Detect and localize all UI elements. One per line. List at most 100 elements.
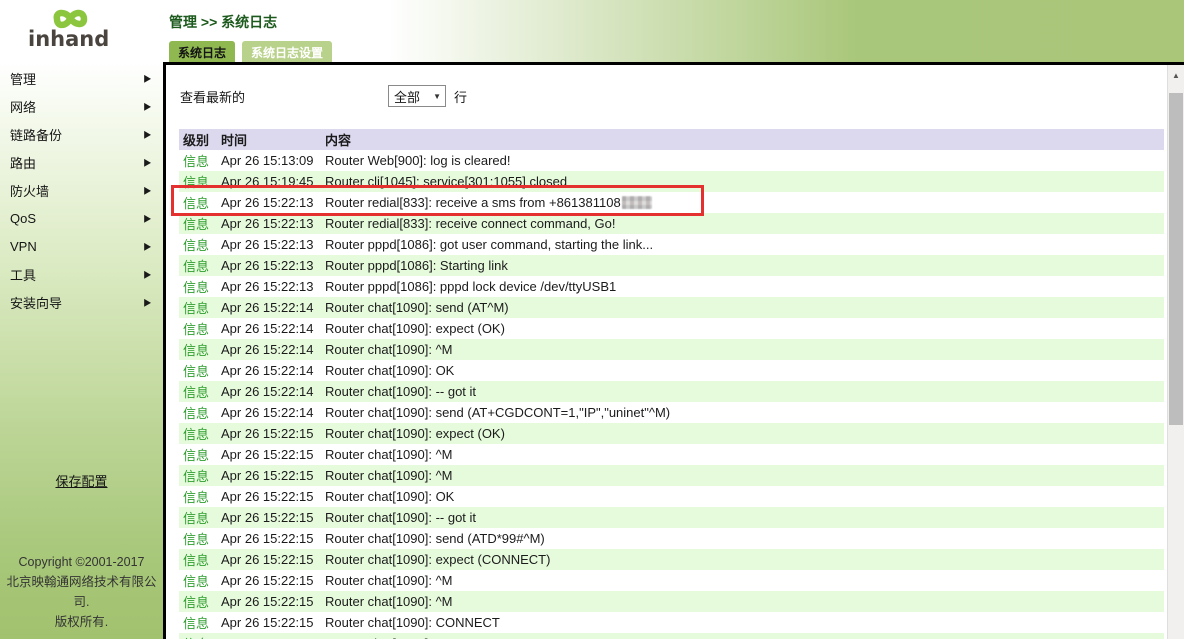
scrollbar-thumb[interactable] xyxy=(1169,93,1183,425)
log-level: 信息 xyxy=(179,340,217,359)
table-row: 信息 Apr 26 15:22:14 Router chat[1090]: se… xyxy=(179,297,1164,318)
sidebar-item-2[interactable]: 链路备份 ▶ xyxy=(0,120,163,148)
log-content: Router chat[1090]: CONNECT xyxy=(321,615,1164,630)
log-time: Apr 26 15:22:15 xyxy=(217,489,321,504)
submenu-arrow-icon: ▶ xyxy=(144,184,151,197)
table-row: 信息 Apr 26 15:22:13 Router redial[833]: r… xyxy=(179,192,1164,213)
log-time: Apr 26 15:22:15 xyxy=(217,468,321,483)
table-row: 信息 Apr 26 15:22:15 Router chat[1090]: xyxy=(179,633,1164,639)
sidebar-item-7[interactable]: 工具 ▶ xyxy=(0,260,163,288)
log-time: Apr 26 15:22:14 xyxy=(217,405,321,420)
tab-system-log[interactable]: 系统日志 xyxy=(167,39,237,62)
log-time: Apr 26 15:22:14 xyxy=(217,384,321,399)
sidebar-item-label: 网络 xyxy=(10,97,36,116)
sidebar-item-label: 路由 xyxy=(10,153,36,172)
submenu-arrow-icon: ▶ xyxy=(144,268,151,281)
submenu-arrow-icon: ▶ xyxy=(144,212,151,225)
sidebar-item-label: 安装向导 xyxy=(10,293,62,312)
sidebar-item-0[interactable]: 管理 ▶ xyxy=(0,64,163,92)
tab-system-log-settings[interactable]: 系统日志设置 xyxy=(240,39,334,62)
scrollbar[interactable]: ▲ ▼ xyxy=(1167,65,1184,639)
table-row: 信息 Apr 26 15:22:15 Router chat[1090]: ^M xyxy=(179,570,1164,591)
toolbar: 查看最新的 全部 ▼ 行 xyxy=(166,85,1167,107)
copyright-line: Copyright ©2001-2017 xyxy=(0,552,163,572)
brand-logo: inhand xyxy=(0,0,163,60)
table-row: 信息 Apr 26 15:22:15 Router chat[1090]: ^M xyxy=(179,444,1164,465)
table-row: 信息 Apr 26 15:22:14 Router chat[1090]: OK xyxy=(179,360,1164,381)
sidebar-menu: 管理 ▶ 网络 ▶ 链路备份 ▶ 路由 ▶ 防火墙 ▶ QoS ▶ VPN ▶ … xyxy=(0,60,163,316)
table-row: 信息 Apr 26 15:22:13 Router pppd[1086]: St… xyxy=(179,255,1164,276)
submenu-arrow-icon: ▶ xyxy=(144,296,151,309)
table-row: 信息 Apr 26 15:22:15 Router chat[1090]: ex… xyxy=(179,423,1164,444)
sidebar-item-6[interactable]: VPN ▶ xyxy=(0,232,163,260)
log-time: Apr 26 15:22:15 xyxy=(217,594,321,609)
log-content: Router redial[833]: receive connect comm… xyxy=(321,216,1164,231)
submenu-arrow-icon: ▶ xyxy=(144,72,151,85)
table-row: 信息 Apr 26 15:22:15 Router chat[1090]: se… xyxy=(179,528,1164,549)
main-area: 管理 >> 系统日志 系统日志 系统日志设置 查看最新的 全部 ▼ 行 级别 时… xyxy=(163,0,1184,639)
log-time: Apr 26 15:22:13 xyxy=(217,279,321,294)
rows-unit-label: 行 xyxy=(454,87,467,106)
table-row: 信息 Apr 26 15:22:13 Router redial[833]: r… xyxy=(179,213,1164,234)
log-time: Apr 26 15:22:15 xyxy=(217,531,321,546)
table-row: 信息 Apr 26 15:22:14 Router chat[1090]: ex… xyxy=(179,318,1164,339)
log-time: Apr 26 15:22:15 xyxy=(217,552,321,567)
sidebar-item-3[interactable]: 路由 ▶ xyxy=(0,148,163,176)
table-row: 信息 Apr 26 15:19:45 Router cli[1045]: ser… xyxy=(179,171,1164,192)
log-level: 信息 xyxy=(179,487,217,506)
log-level: 信息 xyxy=(179,151,217,170)
table-row: 信息 Apr 26 15:22:14 Router chat[1090]: ^M xyxy=(179,339,1164,360)
copyright-text: Copyright ©2001-2017 北京映翰通网络技术有限公司. 版权所有… xyxy=(0,552,163,632)
submenu-arrow-icon: ▶ xyxy=(144,240,151,253)
log-content: Router Web[900]: log is cleared! xyxy=(321,153,1164,168)
log-content: Router cli[1045]: service[301:1055] clos… xyxy=(321,174,1164,189)
log-time: Apr 26 15:22:14 xyxy=(217,321,321,336)
log-content: Router chat[1090]: expect (OK) xyxy=(321,426,1164,441)
log-content: Router pppd[1086]: pppd lock device /dev… xyxy=(321,279,1164,294)
save-config-link[interactable]: 保存配置 xyxy=(55,474,107,489)
log-level: 信息 xyxy=(179,256,217,275)
log-content: Router chat[1090]: send (AT^M) xyxy=(321,300,1164,315)
sidebar-item-4[interactable]: 防火墙 ▶ xyxy=(0,176,163,204)
column-header-level: 级别 xyxy=(179,130,217,149)
table-row: 信息 Apr 26 15:22:14 Router chat[1090]: se… xyxy=(179,402,1164,423)
log-level: 信息 xyxy=(179,172,217,191)
table-row: 信息 Apr 26 15:22:15 Router chat[1090]: ^M xyxy=(179,591,1164,612)
log-time: Apr 26 15:22:15 xyxy=(217,615,321,630)
log-content: Router chat[1090]: ^M xyxy=(321,594,1164,609)
log-level: 信息 xyxy=(179,613,217,632)
submenu-arrow-icon: ▶ xyxy=(144,156,151,169)
tab-bar: 系统日志 系统日志设置 xyxy=(167,39,334,62)
sidebar-item-label: 防火墙 xyxy=(10,181,49,200)
log-level: 信息 xyxy=(179,214,217,233)
log-content: Router chat[1090]: expect (OK) xyxy=(321,321,1164,336)
table-row: 信息 Apr 26 15:22:14 Router chat[1090]: --… xyxy=(179,381,1164,402)
copyright-line: 版权所有. xyxy=(0,612,163,632)
content-panel: 查看最新的 全部 ▼ 行 级别 时间 内容 信息 Apr 26 15:13:09… xyxy=(163,65,1167,639)
log-time: Apr 26 15:22:15 xyxy=(217,573,321,588)
rows-count-select[interactable]: 全部 ▼ xyxy=(388,85,446,107)
table-row: 信息 Apr 26 15:22:13 Router pppd[1086]: pp… xyxy=(179,276,1164,297)
scroll-down-icon[interactable]: ▼ xyxy=(1168,634,1184,639)
dropdown-arrow-icon: ▼ xyxy=(433,92,441,101)
log-content: Router chat[1090]: OK xyxy=(321,363,1164,378)
log-time: Apr 26 15:22:13 xyxy=(217,237,321,252)
sidebar-item-8[interactable]: 安装向导 ▶ xyxy=(0,288,163,316)
log-level: 信息 xyxy=(179,445,217,464)
sidebar-item-1[interactable]: 网络 ▶ xyxy=(0,92,163,120)
sidebar-item-label: 管理 xyxy=(10,69,36,88)
log-level: 信息 xyxy=(179,361,217,380)
log-content: Router chat[1090]: send (ATD*99#^M) xyxy=(321,531,1164,546)
sidebar-item-label: VPN xyxy=(10,239,37,254)
sidebar-item-5[interactable]: QoS ▶ xyxy=(0,204,163,232)
log-level: 信息 xyxy=(179,571,217,590)
log-level: 信息 xyxy=(179,529,217,548)
view-latest-label: 查看最新的 xyxy=(180,87,245,106)
submenu-arrow-icon: ▶ xyxy=(144,128,151,141)
log-content: Router redial[833]: receive a sms from +… xyxy=(321,195,1164,210)
table-row: 信息 Apr 26 15:22:15 Router chat[1090]: ex… xyxy=(179,549,1164,570)
log-content: Router chat[1090]: ^M xyxy=(321,447,1164,462)
log-time: Apr 26 15:13:09 xyxy=(217,153,321,168)
scroll-up-icon[interactable]: ▲ xyxy=(1168,65,1184,85)
log-content: Router chat[1090]: OK xyxy=(321,489,1164,504)
